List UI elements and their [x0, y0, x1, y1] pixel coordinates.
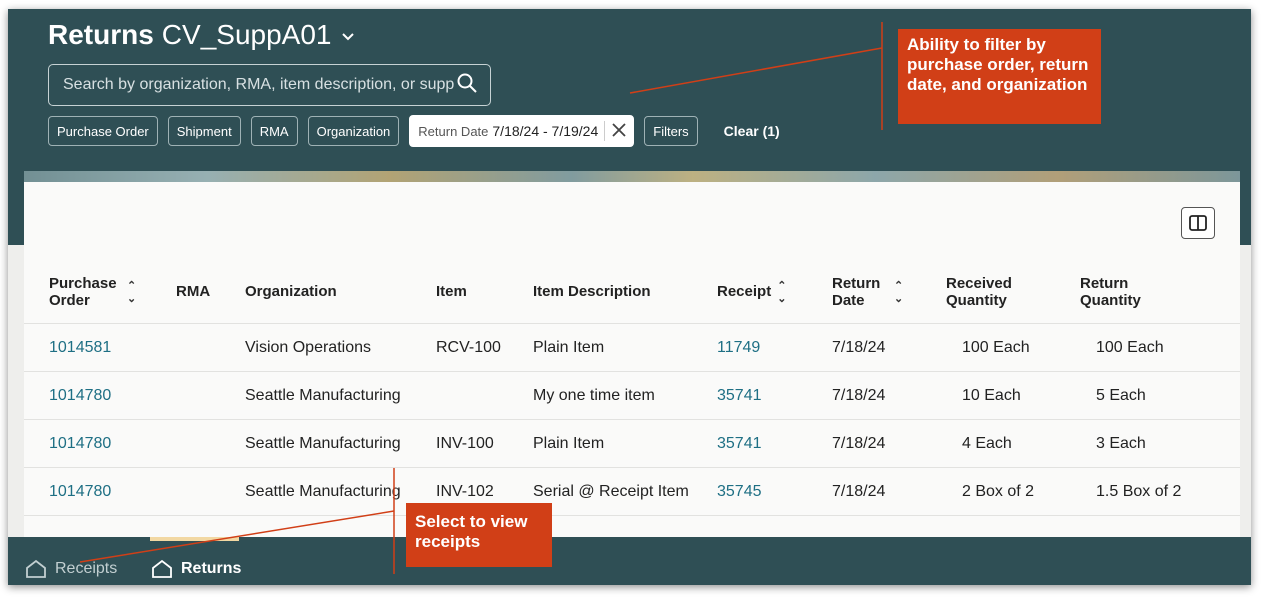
col-return-quantity[interactable]: Return Quantity [1080, 260, 1240, 324]
organization-cell: Seattle Manufacturing [245, 371, 436, 420]
rma-cell [176, 419, 245, 468]
sort-icon[interactable]: ⌃ ⌄ [894, 279, 903, 305]
home-icon [152, 559, 172, 578]
close-icon[interactable] [611, 122, 627, 141]
item-cell: INV-100 [436, 419, 533, 468]
columns-icon [1189, 215, 1207, 231]
col-receipt[interactable]: Receipt ⌃ ⌄ [717, 260, 832, 324]
item-cell: RCV-100 [436, 323, 533, 372]
return-date-cell: 7/18/24 [832, 467, 946, 516]
nav-returns-label: Returns [181, 560, 242, 577]
table-row[interactable]: 1014581 Vision Operations RCV-100 Plain Ite… [24, 323, 1240, 372]
home-icon [26, 559, 46, 578]
item-description-cell: Plain Item [533, 323, 717, 372]
received-quantity-cell: 100 Each [946, 323, 1080, 372]
received-quantity-cell: 4 Each [946, 419, 1080, 468]
col-item-description[interactable]: Item Description [533, 260, 717, 324]
search-icon[interactable] [456, 72, 478, 99]
receipt-cell[interactable]: 35741 [717, 371, 832, 420]
filter-chips: Purchase Order Shipment RMA Organization… [48, 115, 780, 147]
purchase-order-cell[interactable]: 1014581 [24, 323, 176, 372]
nav-returns[interactable]: Returns [151, 559, 241, 579]
col-received-quantity[interactable]: Received Quantity [946, 260, 1080, 324]
page-title: Returns [48, 19, 154, 50]
chip-return-date-label: Return Date [418, 123, 489, 139]
purchase-order-cell[interactable]: 1014780 [24, 419, 176, 468]
returns-table: Purchase Order ⌃ ⌄ RMA Organization Item I… [24, 260, 1240, 516]
return-date-cell: 7/18/24 [832, 419, 946, 468]
chip-rma[interactable]: RMA [250, 116, 298, 146]
return-quantity-cell: 1.5 Box of 2 [1080, 467, 1240, 516]
item-description-cell: Serial @ Receipt Item [533, 467, 717, 516]
organization-cell: Seattle Manufacturing [245, 419, 436, 468]
clear-filters-link[interactable]: Clear (1) [724, 123, 780, 139]
col-organization[interactable]: Organization [245, 260, 436, 324]
return-quantity-cell: 3 Each [1080, 419, 1240, 468]
chip-divider [604, 121, 606, 141]
filters-button[interactable]: Filters [644, 116, 698, 146]
supplier-selector[interactable]: CV_SuppA01 [162, 19, 332, 51]
organization-cell: Vision Operations [245, 323, 436, 372]
return-quantity-cell: 100 Each [1080, 323, 1240, 372]
page-header[interactable]: Returns CV_SuppA01 [48, 19, 355, 51]
purchase-order-cell[interactable]: 1014780 [24, 371, 176, 420]
col-purchase-order[interactable]: Purchase Order ⌃ ⌄ [24, 260, 176, 324]
chip-organization[interactable]: Organization [307, 116, 400, 146]
received-quantity-cell: 2 Box of 2 [946, 467, 1080, 516]
item-cell [436, 371, 533, 420]
nav-receipts[interactable]: Receipts [25, 559, 117, 579]
table-row[interactable]: 1014780 Seattle Manufacturing INV-100 Plain… [24, 419, 1240, 468]
sort-icon[interactable]: ⌃ ⌄ [127, 279, 136, 305]
table-row[interactable]: 1014780 Seattle Manufacturing My one time … [24, 371, 1240, 420]
chip-return-date-value: 7/18/24 - 7/19/24 [492, 123, 599, 139]
return-date-cell: 7/18/24 [832, 323, 946, 372]
col-return-date[interactable]: Return Date ⌃ ⌄ [832, 260, 946, 324]
received-quantity-cell: 10 Each [946, 371, 1080, 420]
column-layout-button[interactable] [1181, 207, 1215, 239]
results-panel: Purchase Order ⌃ ⌄ RMA Organization Item I… [24, 182, 1240, 537]
chip-shipment[interactable]: Shipment [167, 116, 241, 146]
active-tab-indicator [150, 537, 239, 541]
purchase-order-cell[interactable]: 1014780 [24, 467, 176, 516]
chip-purchase-order[interactable]: Purchase Order [48, 116, 158, 146]
return-quantity-cell: 5 Each [1080, 371, 1240, 420]
table-row[interactable]: 1014780 Seattle Manufacturing INV-102 Seria… [24, 467, 1240, 516]
receipt-cell[interactable]: 35741 [717, 419, 832, 468]
page-background-right [1240, 245, 1251, 537]
chevron-down-icon[interactable] [341, 29, 355, 45]
item-description-cell: Plain Item [533, 419, 717, 468]
search-input[interactable] [61, 75, 456, 95]
return-date-cell: 7/18/24 [832, 371, 946, 420]
callout-filter: Ability to filter by purchase order, ret… [898, 29, 1101, 124]
callout-receipts: Select to view receipts [406, 503, 552, 567]
receipt-cell[interactable]: 11749 [717, 323, 832, 372]
col-rma[interactable]: RMA [176, 260, 245, 324]
item-description-cell: My one time item [533, 371, 717, 420]
rma-cell [176, 323, 245, 372]
rma-cell [176, 467, 245, 516]
receipt-cell[interactable]: 35745 [717, 467, 832, 516]
search-box [48, 64, 491, 106]
page-background-left [8, 245, 24, 537]
nav-receipts-label: Receipts [55, 560, 118, 577]
rma-cell [176, 371, 245, 420]
table-header-row: Purchase Order ⌃ ⌄ RMA Organization Item I… [24, 260, 1240, 324]
col-item[interactable]: Item [436, 260, 533, 324]
sort-icon[interactable]: ⌃ ⌄ [777, 279, 786, 305]
chip-return-date[interactable]: Return Date 7/18/24 - 7/19/24 [409, 115, 635, 147]
